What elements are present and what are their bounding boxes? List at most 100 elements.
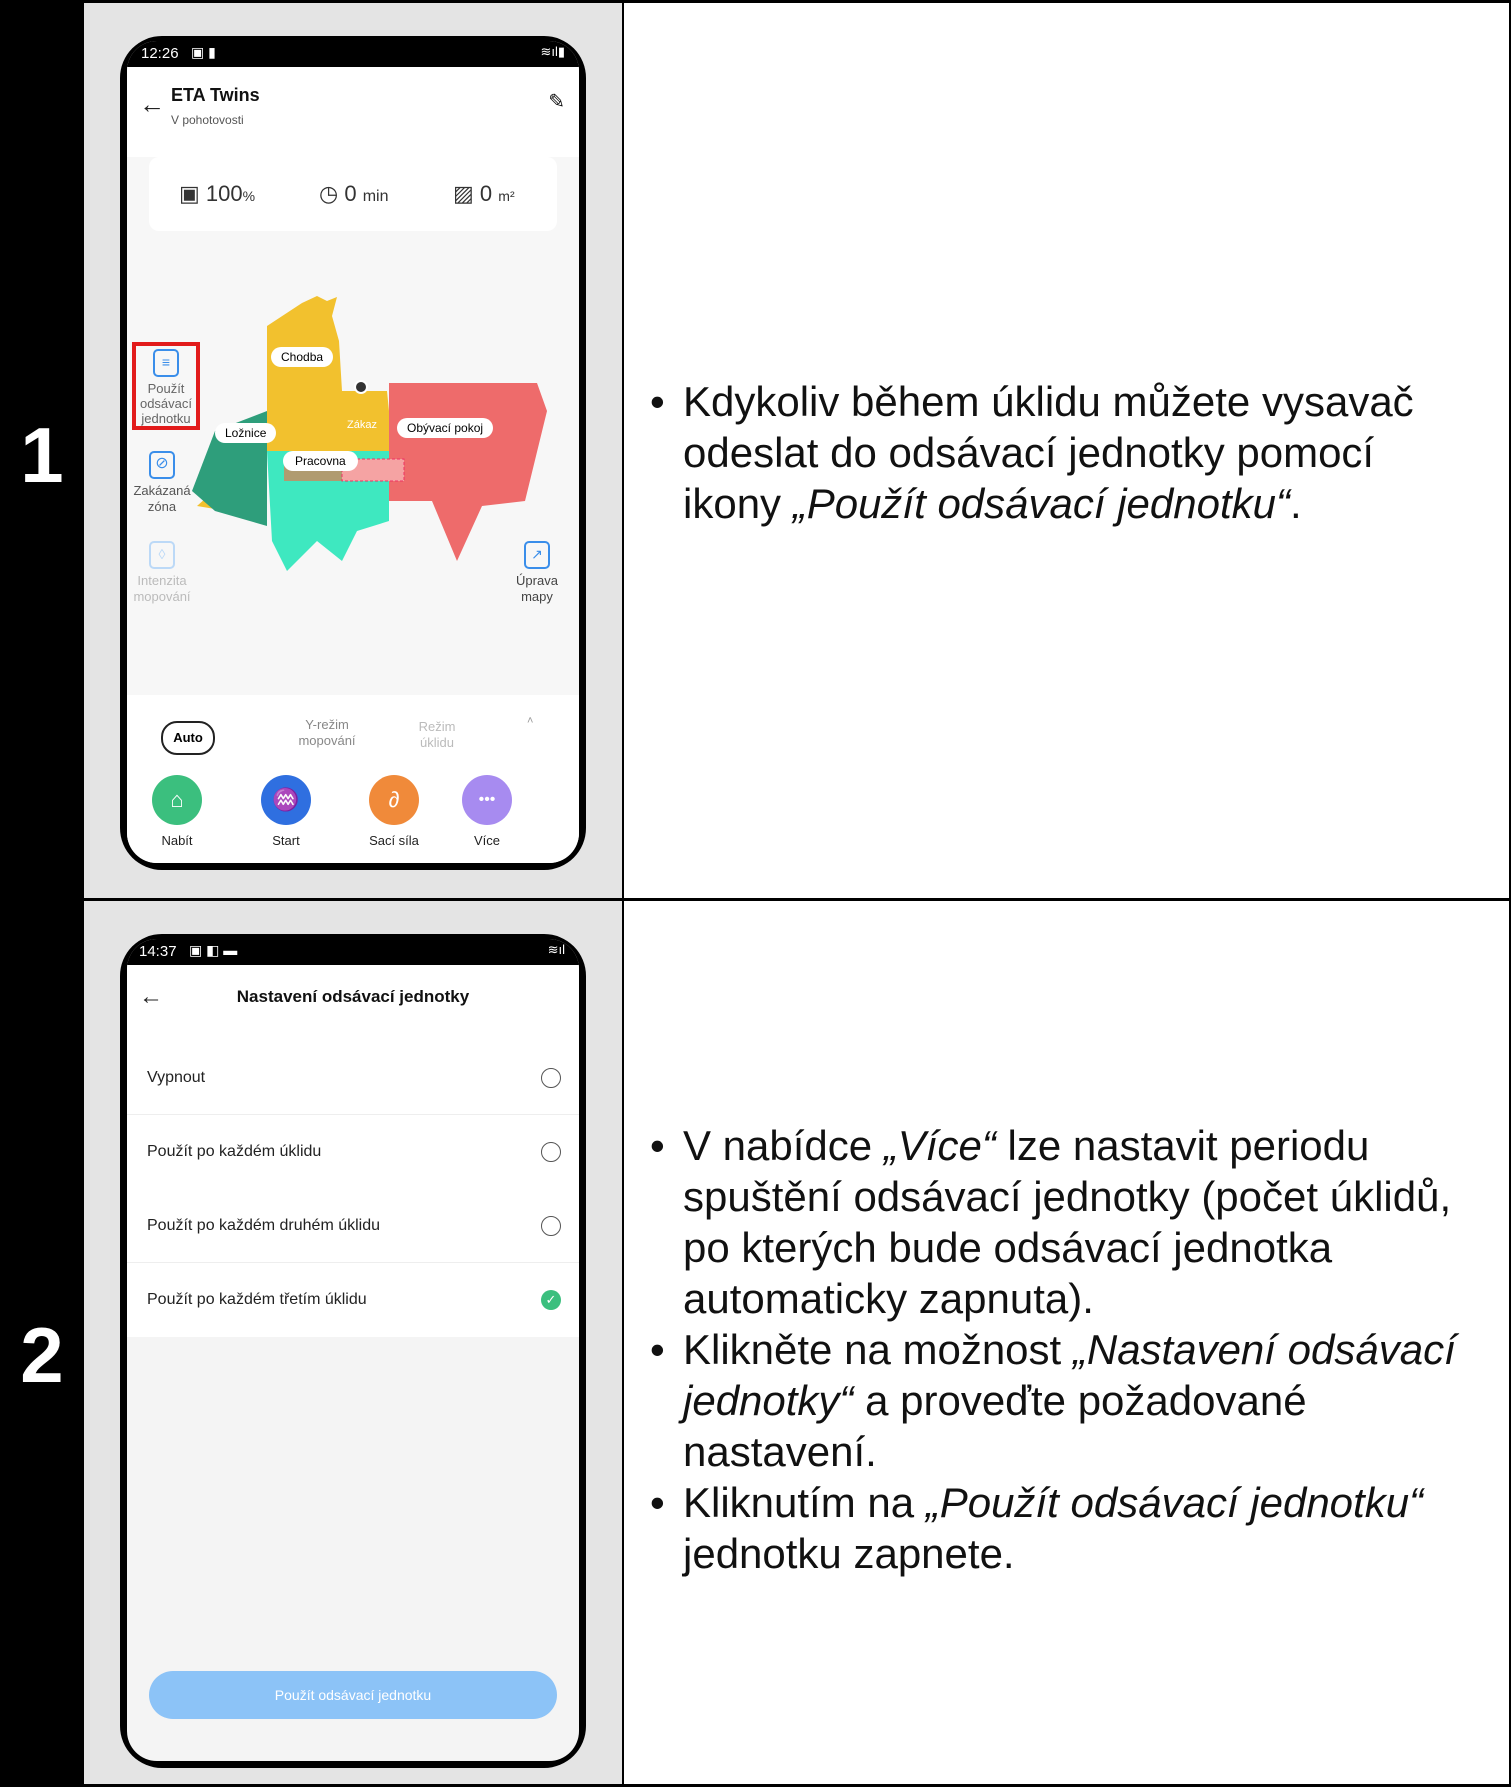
room-obyvaci-shape: [389, 383, 547, 561]
room-label-obyvaci[interactable]: Obývací pokoj: [397, 418, 494, 438]
suction-label: Sací síla: [369, 833, 419, 848]
option-third[interactable]: Použít po každém třetím úklidu ✓: [127, 1263, 579, 1337]
battery-icon: ▣: [179, 181, 200, 206]
radio-unchecked-icon[interactable]: [541, 1215, 561, 1236]
room-label-chodba[interactable]: Chodba: [271, 347, 334, 367]
step1-bullet: Kdykoliv během úklidu můžete vysavač ode…: [650, 376, 1480, 529]
mop-intensity-button[interactable]: ◊ Intenzita mopování: [132, 541, 192, 605]
time-unit: min: [362, 188, 389, 205]
radio-unchecked-icon[interactable]: [541, 1142, 561, 1162]
phone-frame-1: 12:26 ▣ ▮ ≋ıl▮ ← ETA Twins V pohotovosti…: [120, 36, 586, 870]
charge-button[interactable]: ⌂ Nabít: [147, 775, 207, 848]
step-number-1: 1: [20, 411, 64, 499]
action-bar: ⌂ Nabít ♒ Start ∂ Sací síla ••• Více: [127, 775, 579, 863]
mode-clean-button[interactable]: Režim úklidu: [387, 719, 487, 751]
edit-pencil-icon[interactable]: ✎: [548, 89, 565, 114]
settings-title: Nastavení odsávací jednotky: [236, 987, 470, 1006]
mode-auto-button[interactable]: Auto: [161, 721, 215, 755]
phone-frame-2: 14:37 ▣ ◧ ▬ ≋ıl ← Nastavení odsávací jed…: [120, 934, 586, 1768]
step2-bullet-1: V nabídce „Více“ lze nastavit periodu sp…: [650, 1120, 1490, 1324]
water-drop-icon: ◊: [149, 541, 175, 569]
option-second[interactable]: Použít po každém druhém úklidu: [127, 1189, 579, 1263]
mop-label-1: Intenzita: [137, 573, 187, 588]
option-label: Použít po každém druhém úklidu: [147, 1216, 381, 1234]
area-icon: ▨: [453, 181, 474, 206]
b1-italic: „Více“: [883, 1122, 996, 1169]
mode-y-label-2: mopování: [298, 733, 356, 748]
option-vypnout[interactable]: Vypnout: [127, 1041, 579, 1115]
device-title: ETA Twins: [171, 85, 260, 105]
broom-icon: ♒: [261, 775, 311, 825]
room-label-zakaz: Zákaz: [347, 419, 377, 431]
mode-y-button[interactable]: Y-režim mopování: [277, 717, 377, 749]
edit-map-icon: ↗: [524, 541, 550, 569]
step2-bullet-2: Klikněte na možnost „Nastavení odsávací …: [650, 1324, 1490, 1477]
suction-button[interactable]: ∂ Sací síla: [354, 775, 434, 848]
charge-label: Nabít: [161, 833, 193, 848]
dock-label-1: Použít: [147, 381, 185, 396]
status-time-2: 14:37: [139, 943, 177, 960]
step2-description: V nabídce „Více“ lze nastavit periodu sp…: [650, 1120, 1490, 1579]
phone-screen-2: 14:37 ▣ ◧ ▬ ≋ıl ← Nastavení odsávací jed…: [127, 939, 579, 1761]
status-bar-2: 14:37 ▣ ◧ ▬ ≋ıl: [127, 939, 579, 965]
room-label-pracovna[interactable]: Pracovna: [283, 451, 358, 471]
area-stat: ▨ 0 m²: [453, 181, 515, 207]
option-label: Vypnout: [147, 1068, 206, 1086]
status-bar: 12:26 ▣ ▮ ≋ıl▮: [127, 41, 579, 67]
edit-map-label-2: mapy: [521, 589, 553, 604]
area-unit: m²: [498, 188, 515, 204]
step1-end: .: [1290, 480, 1302, 527]
robot-position-icon: [354, 380, 368, 394]
area-value: 0: [479, 181, 493, 206]
option-each[interactable]: Použít po každém úklidu: [127, 1115, 579, 1189]
step2-bullet-3: Kliknutím na „Použít odsávací jednotku“ …: [650, 1477, 1490, 1579]
radio-unchecked-icon[interactable]: [541, 1067, 561, 1088]
more-icon: •••: [462, 775, 512, 825]
edit-map-button[interactable]: ↗ Úprava mapy: [507, 541, 567, 605]
clock-icon: ◷: [319, 181, 339, 206]
signal-icon-2: ≋ıl: [547, 942, 565, 957]
radio-checked-icon[interactable]: ✓: [541, 1290, 561, 1310]
app-header: [127, 67, 579, 157]
dock-label-3: jednotku: [141, 411, 191, 426]
notification-icons: ▣ ◧ ▬: [189, 942, 238, 958]
gallery-icon: ▣ ▮: [191, 44, 216, 60]
more-button[interactable]: ••• Více: [457, 775, 517, 848]
mode-clean-label-2: úklidu: [420, 735, 454, 750]
mode-clean-label-1: Režim: [418, 719, 456, 734]
no-go-zone-button[interactable]: ⊘ Zakázaná zóna: [132, 451, 192, 515]
start-button[interactable]: ♒ Start: [256, 775, 316, 848]
mop-label-2: mopování: [133, 589, 191, 604]
dock-label-2: odsávací: [139, 396, 193, 411]
signal-icon: ≋ıl▮: [540, 44, 565, 59]
use-dock-submit-button[interactable]: Použít odsávací jednotku: [149, 1671, 557, 1719]
time-value: 0: [344, 181, 357, 206]
option-label: Použít po každém třetím úklidu: [147, 1291, 367, 1308]
mode-y-label-1: Y-režim: [305, 717, 349, 732]
more-label: Více: [473, 833, 500, 848]
step1-description: Kdykoliv během úklidu můžete vysavač ode…: [650, 376, 1480, 529]
use-dock-button[interactable]: ≡ Použít odsávací jednotku: [136, 349, 196, 426]
dock-icon: ≡: [153, 349, 179, 377]
b2-text-a: Klikněte na možnost: [683, 1326, 1073, 1373]
status-time: 12:26: [141, 45, 179, 62]
battery-stat: ▣ 100%: [179, 181, 255, 207]
room-label-loznice[interactable]: Ložnice: [215, 423, 277, 443]
b1-text-a: V nabídce: [683, 1122, 884, 1169]
zone-label-2: zóna: [147, 499, 177, 514]
start-label: Start: [272, 833, 300, 848]
zone-label-1: Zakázaná: [133, 483, 191, 498]
expand-caret-icon[interactable]: ˄: [527, 715, 533, 727]
battery-unit: %: [242, 188, 256, 204]
phone-screen-1: 12:26 ▣ ▮ ≋ıl▮ ← ETA Twins V pohotovosti…: [127, 41, 579, 863]
no-go-icon: ⊘: [149, 451, 175, 479]
suction-icon: ∂: [369, 775, 419, 825]
column-divider: [622, 0, 624, 1787]
device-status: V pohotovosti: [171, 113, 244, 127]
room-hall-shape: [267, 411, 389, 451]
step1-italic: „Použít odsávací jednotku“: [792, 480, 1290, 527]
back-arrow-icon[interactable]: ←: [139, 89, 165, 120]
b3-italic: „Použít odsávací jednotku“: [925, 1479, 1424, 1526]
step-number-2: 2: [20, 1311, 64, 1399]
b3-text-b: jednotku zapnete.: [683, 1530, 1015, 1577]
